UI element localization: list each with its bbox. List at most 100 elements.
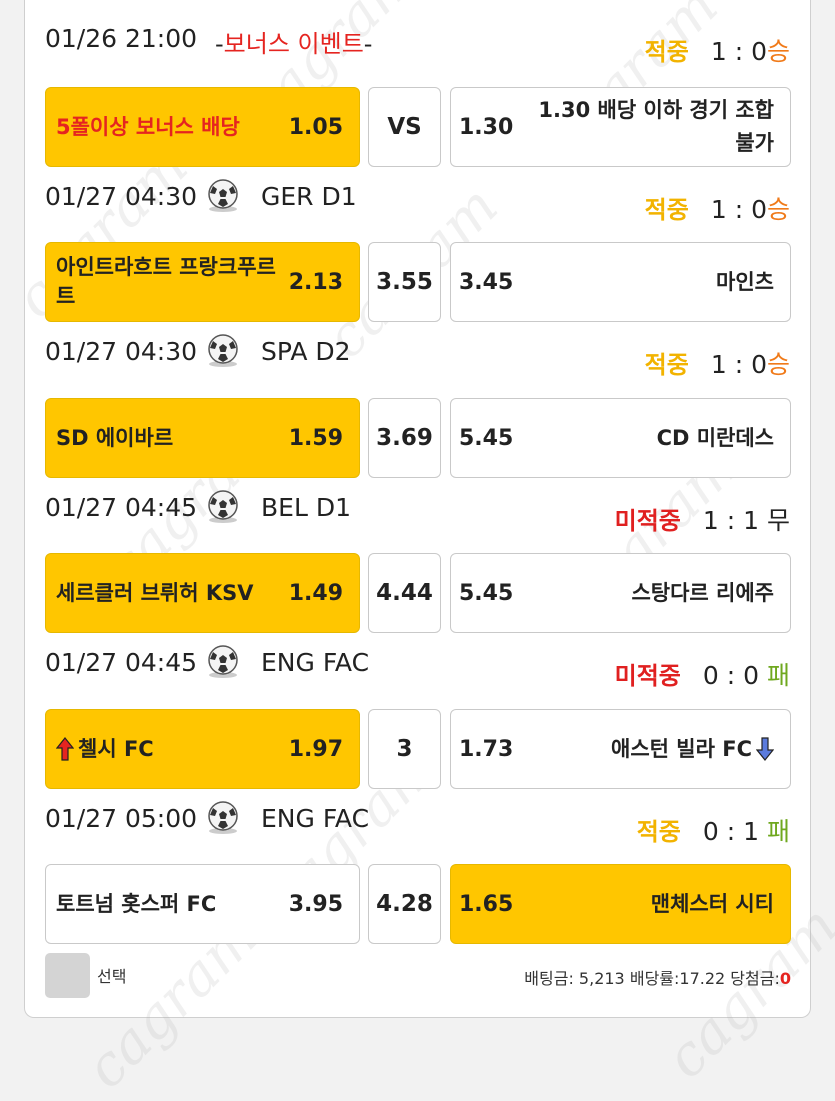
bonus-event-title: -보너스 이벤트- bbox=[215, 30, 373, 58]
home-team: SD 에이바르 bbox=[56, 425, 174, 450]
away-win-button[interactable]: 5.45 스탕다르 리에주 bbox=[450, 553, 791, 633]
away-win-button[interactable]: 1.73 애스턴 빌라 FC bbox=[450, 709, 791, 789]
outcome-label: 패 bbox=[766, 661, 790, 690]
result-label: 적중 bbox=[636, 818, 681, 846]
result-status: 적중 1 : 0승 bbox=[645, 345, 790, 381]
draw-odds: 3.55 bbox=[376, 269, 433, 295]
bonus-odds: 1.05 bbox=[288, 114, 343, 140]
vs-cell: VS bbox=[368, 87, 441, 167]
win-amount: 0 bbox=[779, 969, 791, 988]
match-header: 01/27 04:30 GER D1 적중 1 : 0승 bbox=[45, 178, 790, 224]
away-team: CD 미란데스 bbox=[656, 425, 774, 450]
draw-button[interactable]: 4.44 bbox=[368, 553, 441, 633]
match-odds-row: SD 에이바르 1.59 3.69 5.45 CD 미란데스 bbox=[45, 398, 791, 478]
match-odds-row: 세르클러 브뤼허 KSV 1.49 4.44 5.45 스탕다르 리에주 bbox=[45, 553, 791, 633]
match-time: 01/27 04:30 bbox=[45, 182, 198, 211]
away-win-button[interactable]: 1.65 맨체스터 시티 bbox=[450, 864, 791, 944]
match-header: 01/27 04:30 SPA D2 적중 1 : 0승 bbox=[45, 333, 790, 379]
match-score: 0 : 0 bbox=[702, 661, 760, 690]
league-name: GER D1 bbox=[261, 182, 357, 211]
league-name: BEL D1 bbox=[261, 493, 351, 522]
match-odds-row: 토트넘 홋스퍼 FC 3.95 4.28 1.65 맨체스터 시티 bbox=[45, 864, 791, 944]
result-label: 적중 bbox=[644, 38, 689, 66]
away-odds: 5.45 bbox=[459, 425, 514, 451]
home-win-button[interactable]: 아인트라흐트 프랑크푸르트 2.13 bbox=[45, 242, 360, 322]
home-win-button[interactable]: 첼시 FC 1.97 bbox=[45, 709, 360, 789]
match-header: 01/27 05:00 ENG FAC 적중 0 : 1 패 bbox=[45, 800, 790, 846]
soccer-ball-icon bbox=[208, 801, 238, 834]
match-time: 01/27 05:00 bbox=[45, 804, 198, 833]
away-win-button[interactable]: 3.45 마인츠 bbox=[450, 242, 791, 322]
event-time: 01/26 21:00 bbox=[45, 24, 198, 53]
bet-amount: 배팅금: 5,213 bbox=[524, 969, 625, 988]
draw-odds: 4.28 bbox=[376, 891, 433, 917]
home-team: 토트넘 홋스퍼 FC bbox=[56, 891, 217, 916]
outcome-label: 승 bbox=[766, 195, 790, 224]
home-win-button[interactable]: 세르클러 브뤼허 KSV 1.49 bbox=[45, 553, 360, 633]
home-odds: 3.95 bbox=[288, 891, 343, 917]
match-odds-row: 첼시 FC 1.97 3 1.73 애스턴 빌라 FC bbox=[45, 709, 791, 789]
slip-footer: 선택 배팅금: 5,213 배당률:17.22 당첨금:0 bbox=[45, 953, 791, 999]
away-team: 스탕다르 리에주 bbox=[631, 580, 774, 605]
bonus-event-header: 01/26 21:00 -보너스 이벤트- 적중 1 : 0승 bbox=[45, 20, 790, 66]
bonus-limit-cell: 1.30 1.30 배당 이하 경기 조합 불가 bbox=[450, 87, 791, 167]
draw-button[interactable]: 4.28 bbox=[368, 864, 441, 944]
home-win-button[interactable]: SD 에이바르 1.59 bbox=[45, 398, 360, 478]
match-time: 01/27 04:30 bbox=[45, 337, 198, 366]
outcome-label: 무 bbox=[766, 506, 790, 535]
draw-button[interactable]: 3.69 bbox=[368, 398, 441, 478]
soccer-ball-icon bbox=[208, 179, 238, 212]
bonus-odds-row: 5폴이상 보너스 배당 1.05 VS 1.30 1.30 배당 이하 경기 조… bbox=[45, 87, 791, 167]
bet-slip-card: cagram cagram cagram cagram cagram cagra… bbox=[3, 0, 835, 1101]
home-team-cell: 첼시 FC bbox=[56, 710, 282, 788]
away-team: 마인츠 bbox=[716, 269, 774, 294]
home-team: 세르클러 브뤼허 KSV bbox=[56, 580, 254, 605]
bonus-option-button[interactable]: 5폴이상 보너스 배당 1.05 bbox=[45, 87, 360, 167]
match-score: 1 : 0 bbox=[710, 37, 767, 66]
draw-odds: 3 bbox=[396, 736, 413, 762]
match-header: 01/27 04:45 ENG FAC 미적중 0 : 0 패 bbox=[45, 644, 790, 690]
away-odds: 5.45 bbox=[459, 580, 514, 606]
outcome-label: 승 bbox=[766, 37, 790, 66]
away-odds: 3.45 bbox=[459, 269, 514, 295]
draw-odds: 3.69 bbox=[376, 425, 433, 451]
soccer-ball-icon bbox=[208, 334, 238, 367]
away-win-button[interactable]: 5.45 CD 미란데스 bbox=[450, 398, 791, 478]
away-team: 맨체스터 시티 bbox=[650, 891, 774, 916]
away-odds: 1.65 bbox=[459, 891, 514, 917]
result-label: 적중 bbox=[644, 196, 689, 224]
bet-summary: 배팅금: 5,213 배당률:17.22 당첨금:0 bbox=[524, 965, 791, 989]
result-label: 미적중 bbox=[614, 507, 681, 535]
home-team: 아인트라흐트 프랑크푸르트 bbox=[56, 255, 276, 308]
result-label: 미적중 bbox=[614, 662, 681, 690]
home-odds: 1.49 bbox=[288, 580, 343, 606]
soccer-ball-icon bbox=[208, 645, 238, 678]
match-score: 1 : 0 bbox=[710, 350, 767, 379]
result-label: 적중 bbox=[644, 351, 689, 379]
bonus-limit-odds: 1.30 bbox=[459, 114, 514, 140]
draw-button[interactable]: 3.55 bbox=[368, 242, 441, 322]
away-odds: 1.73 bbox=[459, 736, 514, 762]
league-name: ENG FAC bbox=[261, 804, 370, 833]
draw-odds: 4.44 bbox=[376, 580, 433, 606]
match-odds-row: 아인트라흐트 프랑크푸르트 2.13 3.55 3.45 마인츠 bbox=[45, 242, 791, 322]
away-team-cell: 애스턴 빌라 FC bbox=[524, 710, 774, 788]
select-checkbox[interactable] bbox=[45, 953, 90, 998]
match-score: 1 : 0 bbox=[710, 195, 767, 224]
select-label: 선택 bbox=[97, 967, 127, 986]
result-status: 적중 1 : 0승 bbox=[645, 32, 790, 68]
bonus-limit-note: 1.30 배당 이하 경기 조합 불가 bbox=[538, 98, 774, 155]
arrow-up-icon bbox=[56, 737, 74, 761]
home-team: 첼시 FC bbox=[78, 736, 154, 761]
draw-button[interactable]: 3 bbox=[368, 709, 441, 789]
outcome-label: 패 bbox=[766, 817, 790, 846]
league-name: ENG FAC bbox=[261, 648, 370, 677]
odds-rate: 배당률:17.22 bbox=[629, 969, 726, 988]
match-score: 0 : 1 bbox=[702, 817, 760, 846]
win-label: 당첨금: bbox=[730, 969, 780, 988]
result-status: 미적중 0 : 0 패 bbox=[615, 656, 790, 692]
result-status: 미적중 1 : 1 무 bbox=[615, 501, 790, 537]
home-win-button[interactable]: 토트넘 홋스퍼 FC 3.95 bbox=[45, 864, 360, 944]
home-odds: 1.59 bbox=[288, 425, 343, 451]
match-header: 01/27 04:45 BEL D1 미적중 1 : 1 무 bbox=[45, 489, 790, 535]
